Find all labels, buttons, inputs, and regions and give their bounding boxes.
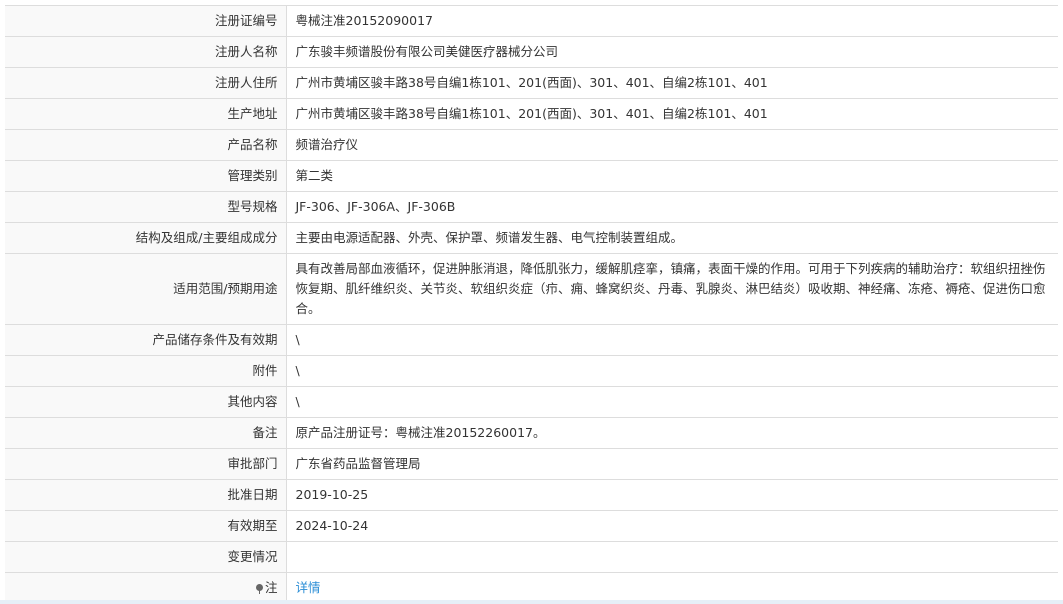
row-value: 2019-10-25 xyxy=(286,479,1058,511)
row-label: 适用范围/预期用途 xyxy=(5,253,287,325)
row-label: 产品储存条件及有效期 xyxy=(5,324,287,356)
row-production-address: 生产地址 广州市黄埔区骏丰路38号自编1栋101、201(西面)、301、401… xyxy=(5,98,1058,130)
row-label: 结构及组成/主要组成成分 xyxy=(5,222,287,254)
details-link[interactable]: 详情 xyxy=(296,580,321,595)
registration-detail-page: 注册证编号 粤械注准20152090017 注册人名称 广东骏丰频谱股份有限公司… xyxy=(0,0,1063,604)
row-value: 第二类 xyxy=(286,160,1058,192)
row-value: 原产品注册证号：粤械注准20152260017。 xyxy=(286,417,1058,449)
row-value: \ xyxy=(286,386,1058,418)
row-storage-validity: 产品储存条件及有效期 \ xyxy=(5,324,1058,356)
row-value: 广东省药品监督管理局 xyxy=(286,448,1058,480)
location-pin-icon xyxy=(255,584,263,594)
registration-detail-table: 注册证编号 粤械注准20152090017 注册人名称 广东骏丰频谱股份有限公司… xyxy=(5,5,1058,604)
row-note: 注 详情 xyxy=(5,572,1058,604)
row-label: 生产地址 xyxy=(5,98,287,130)
row-value xyxy=(286,541,1058,573)
row-valid-until: 有效期至 2024-10-24 xyxy=(5,510,1058,542)
row-label: 有效期至 xyxy=(5,510,287,542)
row-label: 注 xyxy=(5,572,287,604)
row-label: 注册人住所 xyxy=(5,67,287,99)
row-label: 注册人名称 xyxy=(5,36,287,68)
row-value: JF-306、JF-306A、JF-306B xyxy=(286,191,1058,223)
row-label: 备注 xyxy=(5,417,287,449)
row-approval-department: 审批部门 广东省药品监督管理局 xyxy=(5,448,1058,480)
row-remark: 备注 原产品注册证号：粤械注准20152260017。 xyxy=(5,417,1058,449)
row-model-spec: 型号规格 JF-306、JF-306A、JF-306B xyxy=(5,191,1058,223)
row-attachment: 附件 \ xyxy=(5,355,1058,387)
row-change-history: 变更情况 xyxy=(5,541,1058,573)
row-registration-number: 注册证编号 粤械注准20152090017 xyxy=(5,5,1058,37)
row-label: 其他内容 xyxy=(5,386,287,418)
row-value: 广州市黄埔区骏丰路38号自编1栋101、201(西面)、301、401、自编2栋… xyxy=(286,67,1058,99)
row-other-content: 其他内容 \ xyxy=(5,386,1058,418)
row-label: 管理类别 xyxy=(5,160,287,192)
row-label: 审批部门 xyxy=(5,448,287,480)
row-product-name: 产品名称 频谱治疗仪 xyxy=(5,129,1058,161)
row-value: 粤械注准20152090017 xyxy=(286,5,1058,37)
row-registrant-address: 注册人住所 广州市黄埔区骏丰路38号自编1栋101、201(西面)、301、40… xyxy=(5,67,1058,99)
row-value: 详情 xyxy=(286,572,1058,604)
row-label: 附件 xyxy=(5,355,287,387)
page-bottom-bar xyxy=(0,600,1063,604)
row-value: 频谱治疗仪 xyxy=(286,129,1058,161)
row-value: 2024-10-24 xyxy=(286,510,1058,542)
note-label: 注 xyxy=(264,580,278,595)
row-label: 注册证编号 xyxy=(5,5,287,37)
row-label: 变更情况 xyxy=(5,541,287,573)
row-management-category: 管理类别 第二类 xyxy=(5,160,1058,192)
row-label: 产品名称 xyxy=(5,129,287,161)
row-structure-composition: 结构及组成/主要组成成分 主要由电源适配器、外壳、保护罩、频谱发生器、电气控制装… xyxy=(5,222,1058,254)
row-label: 型号规格 xyxy=(5,191,287,223)
row-value: \ xyxy=(286,355,1058,387)
row-value: 广州市黄埔区骏丰路38号自编1栋101、201(西面)、301、401、自编2栋… xyxy=(286,98,1058,130)
row-registrant-name: 注册人名称 广东骏丰频谱股份有限公司美健医疗器械分公司 xyxy=(5,36,1058,68)
row-value: 广东骏丰频谱股份有限公司美健医疗器械分公司 xyxy=(286,36,1058,68)
row-intended-use: 适用范围/预期用途 具有改善局部血液循环，促进肿胀消退，降低肌张力，缓解肌痉挛，… xyxy=(5,253,1058,325)
row-value: 主要由电源适配器、外壳、保护罩、频谱发生器、电气控制装置组成。 xyxy=(286,222,1058,254)
row-approval-date: 批准日期 2019-10-25 xyxy=(5,479,1058,511)
row-value: 具有改善局部血液循环，促进肿胀消退，降低肌张力，缓解肌痉挛，镇痛，表面干燥的作用… xyxy=(286,253,1058,325)
row-value: \ xyxy=(286,324,1058,356)
row-label: 批准日期 xyxy=(5,479,287,511)
